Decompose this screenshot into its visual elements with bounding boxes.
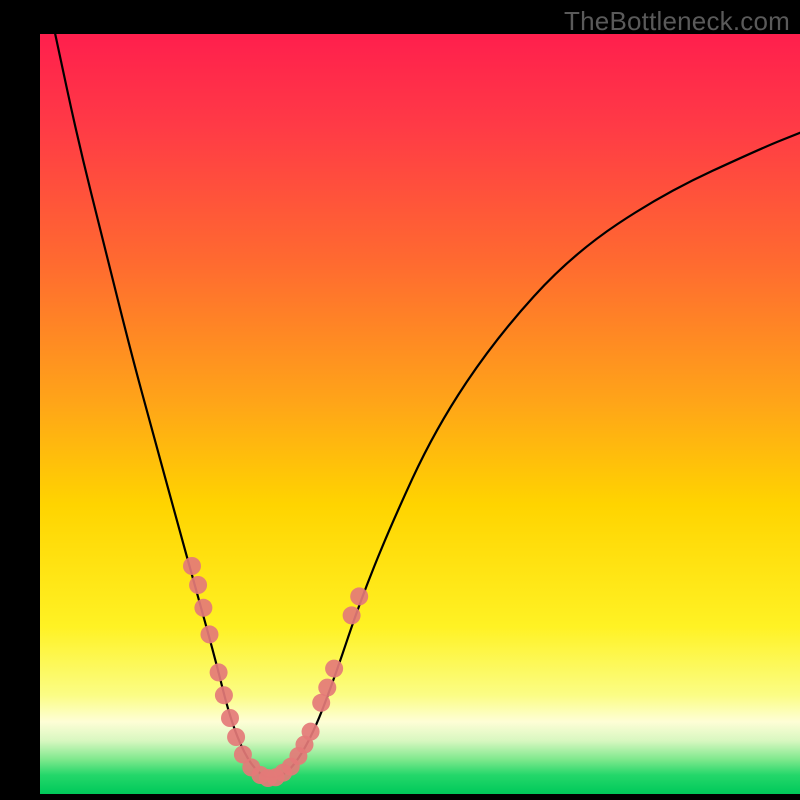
sample-point: [318, 679, 336, 697]
sample-point: [221, 709, 239, 727]
sample-point: [183, 557, 201, 575]
gradient-background: [40, 34, 800, 794]
sample-point: [325, 660, 343, 678]
plot-area: [40, 34, 800, 794]
watermark-text: TheBottleneck.com: [564, 6, 790, 37]
sample-point: [227, 728, 245, 746]
sample-point: [189, 576, 207, 594]
sample-point: [302, 723, 320, 741]
sample-point: [350, 587, 368, 605]
chart-svg: [40, 34, 800, 794]
sample-point: [215, 686, 233, 704]
chart-frame: TheBottleneck.com: [0, 0, 800, 800]
sample-point: [200, 625, 218, 643]
sample-point: [194, 599, 212, 617]
sample-point: [343, 606, 361, 624]
sample-point: [210, 663, 228, 681]
